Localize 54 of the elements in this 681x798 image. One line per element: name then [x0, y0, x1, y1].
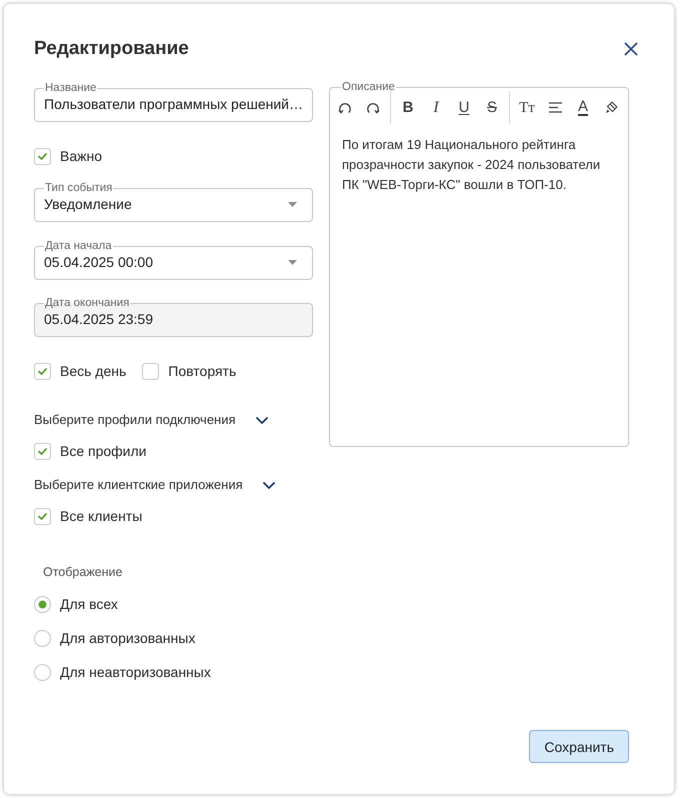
redo-icon[interactable] [366, 102, 380, 114]
section-label: Выберите профили подключения [34, 411, 236, 429]
radio-label: Для всех [60, 595, 118, 613]
chevron-down-icon[interactable] [262, 482, 275, 488]
caret-down-icon[interactable] [288, 260, 297, 264]
radio-button[interactable] [34, 630, 51, 646]
dialog-title: Редактирование [34, 37, 189, 61]
checkbox[interactable] [142, 362, 160, 380]
checkbox-label: Важно [60, 147, 102, 165]
editor-text: По итогам 19 Национального рейтинга прозрачности закупок - 2024 пользователи ПК "WEB-Торги-КС" вошли в ТОП-10. [342, 136, 602, 194]
radio-label: Для авторизованных [60, 629, 196, 647]
section-label: Выберите клиентские приложения [34, 476, 243, 494]
checkbox[interactable] [34, 508, 51, 524]
field-value: Уведомление [44, 195, 132, 214]
field-value: Пользователи программных решений… [44, 95, 303, 114]
checkmark-icon [38, 448, 47, 454]
save-button[interactable]: Сохранить [529, 730, 629, 763]
field-label: Тип события [44, 182, 114, 194]
chevron-down-icon[interactable] [256, 416, 268, 424]
text-field[interactable]: Название Пользователи программных решений… [34, 82, 313, 122]
field-label: Название [44, 82, 98, 94]
dropdown-field[interactable]: Дата начала 05.04.2025 00:00 [34, 240, 313, 280]
checkbox-label: Все профили [60, 442, 146, 460]
group-label: Отображение [43, 564, 122, 580]
close-icon[interactable] [624, 42, 638, 56]
font-size-button[interactable]: Tт [519, 100, 535, 116]
field-label: Дата начала [44, 240, 113, 252]
strikethrough-button[interactable]: S [486, 100, 497, 116]
checkbox[interactable] [34, 362, 51, 380]
field-label: Дата окончания [44, 297, 130, 309]
radio-button[interactable] [34, 664, 51, 680]
field-value: 05.04.2025 23:59 [44, 310, 153, 329]
field-label: Описание [341, 81, 396, 93]
align-left-icon[interactable] [548, 102, 562, 113]
checkbox-label: Все клиенты [60, 507, 142, 525]
radio-label: Для неавторизованных [60, 663, 211, 681]
checkmark-icon [38, 152, 47, 160]
checkmark-icon [38, 368, 47, 374]
bold-button[interactable]: B [402, 100, 414, 116]
undo-icon[interactable] [338, 102, 352, 114]
checkbox[interactable] [34, 442, 51, 460]
caret-down-icon[interactable] [288, 202, 297, 206]
field-value: 05.04.2025 00:00 [44, 253, 153, 272]
checkbox[interactable] [34, 148, 51, 164]
checkbox-label: Повторять [168, 362, 236, 380]
underline-button[interactable]: U [458, 100, 470, 116]
highlighter-icon[interactable] [604, 101, 618, 114]
checkbox-label: Весь день [60, 362, 126, 380]
checkmark-icon [38, 512, 47, 520]
dropdown-field[interactable]: Тип события Уведомление [34, 182, 313, 222]
rich-text-editor[interactable]: Описание B I U S Tт A По итогам 19 Национального рейтинга прозрачности закупок - 2024 пользователи ПК "WEB-Торги-КС" вошли в ТОП-10. [329, 81, 629, 447]
radio-button[interactable] [34, 596, 51, 612]
italic-button[interactable]: I [433, 100, 439, 116]
font-color-button[interactable]: A [578, 100, 588, 116]
